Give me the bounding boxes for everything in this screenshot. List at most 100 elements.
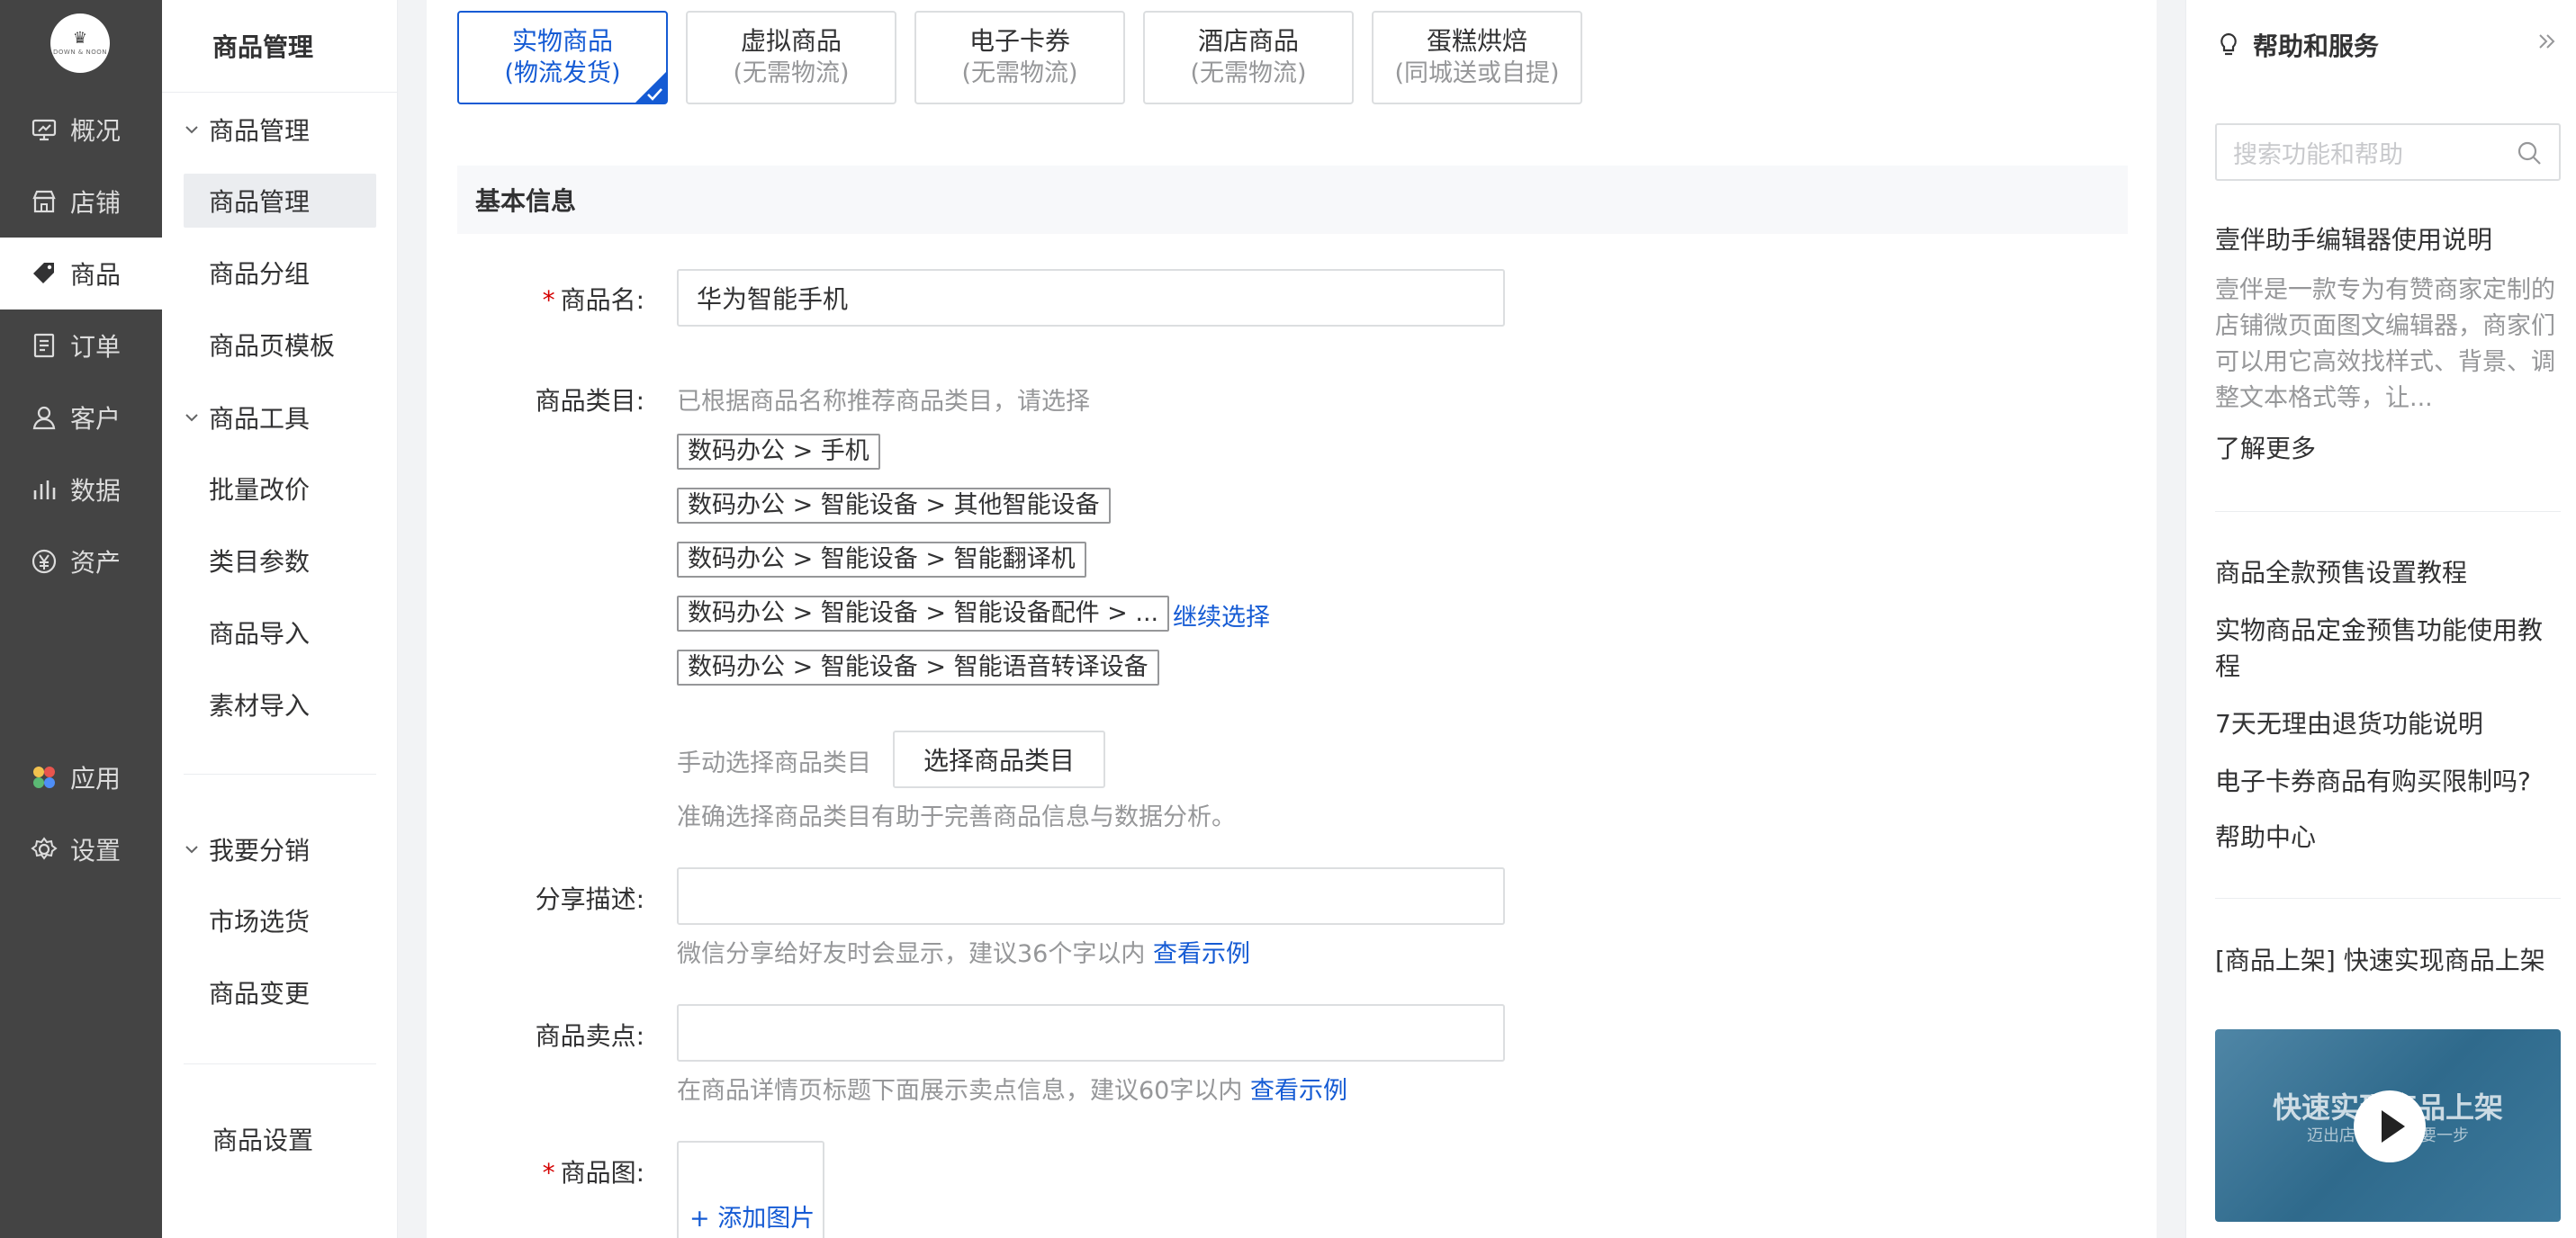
nav-item-store[interactable]: 店铺 [0, 166, 162, 238]
type-title: 电子卡券 [968, 26, 1070, 56]
subnav-group-distribution[interactable]: 我要分销 [184, 831, 310, 867]
collapse-panel-icon[interactable] [2535, 29, 2560, 54]
goods-name-input[interactable]: 华为智能手机 [677, 269, 1505, 327]
apps-icon [31, 764, 58, 791]
type-subtitle: (无需物流) [733, 59, 850, 87]
nav-item-data[interactable]: 数据 [0, 453, 162, 525]
hint-text: 在商品详情页标题下面展示卖点信息，建议60字以内 [677, 1077, 1243, 1105]
nav-label: 订单 [70, 332, 122, 362]
type-card-ecard[interactable]: 电子卡券 (无需物流) [914, 11, 1125, 104]
nav-label: 设置 [70, 836, 122, 866]
nav-label: 资产 [70, 548, 122, 578]
selling-point-label: 商品卖点: [464, 1017, 644, 1053]
category-tag[interactable]: 数码办公 > 智能设备 > 智能设备配件 > ... [677, 596, 1170, 632]
subnav-item-category-params[interactable]: 类目参数 [184, 534, 376, 588]
type-card-virtual[interactable]: 虚拟商品 (无需物流) [686, 11, 896, 104]
help-video[interactable]: 快速实现商品上架 迈出店铺经营重要一步 [2215, 1029, 2561, 1222]
shop-logo[interactable]: ♛ DOWN & NOON [50, 13, 110, 73]
subnav-settings-label: 商品设置 [212, 1126, 314, 1155]
help-search-input[interactable]: 搜索功能和帮助 [2215, 123, 2561, 181]
type-title: 实物商品 [511, 26, 613, 56]
subnav-item-material-import[interactable]: 素材导入 [184, 677, 376, 731]
subnav-title: 商品管理 [162, 0, 398, 93]
section-basic-info: 基本信息 [457, 166, 2128, 234]
nav-label: 商品 [70, 260, 122, 290]
type-card-hotel[interactable]: 酒店商品 (无需物流) [1143, 11, 1354, 104]
store-icon [31, 188, 58, 215]
help-title: 帮助和服务 [2215, 27, 2379, 63]
nav-item-settings[interactable]: 设置 [0, 813, 162, 885]
search-placeholder: 搜索功能和帮助 [2233, 140, 2403, 169]
nav-item-apps[interactable]: 应用 [0, 741, 162, 813]
category-tag[interactable]: 数码办公 > 手机 [677, 434, 880, 470]
type-card-cake[interactable]: 蛋糕烘焙 (同城送或自提) [1372, 11, 1582, 104]
share-desc-input[interactable] [677, 867, 1505, 925]
help-link[interactable]: 电子卡券商品有购买限制吗? [2215, 764, 2561, 800]
nav-item-customers[interactable]: 客户 [0, 381, 162, 453]
user-icon [31, 404, 58, 431]
category-tag[interactable]: 数码办公 > 智能设备 > 其他智能设备 [677, 488, 1111, 524]
subnav-item-goods-group[interactable]: 商品分组 [184, 246, 376, 300]
gear-icon [31, 836, 58, 863]
share-example-link[interactable]: 查看示例 [1153, 940, 1250, 968]
category-label: 商品类目: [464, 381, 644, 417]
nav-item-assets[interactable]: 资产 [0, 525, 162, 597]
selling-point-hint: 在商品详情页标题下面展示卖点信息，建议60字以内 查看示例 [677, 1071, 1347, 1106]
type-title: 酒店商品 [1197, 26, 1299, 56]
subnav-item-page-template[interactable]: 商品页模板 [184, 318, 376, 372]
subnav-group-goods[interactable]: 商品管理 [184, 112, 310, 148]
add-image-button[interactable]: + 添加图片 [677, 1141, 824, 1238]
select-category-button[interactable]: 选择商品类目 [893, 731, 1105, 788]
category-tag[interactable]: 数码办公 > 智能设备 > 智能翻译机 [677, 542, 1086, 578]
help-article-title[interactable]: 壹伴助手编辑器使用说明 [2215, 222, 2561, 258]
nav-item-orders[interactable]: 订单 [0, 310, 162, 381]
nav-label: 概况 [70, 116, 122, 146]
type-card-physical[interactable]: 实物商品 (物流发货) [457, 11, 668, 104]
subnav-item-goods-settings[interactable]: 商品设置 [212, 1121, 313, 1157]
help-link[interactable]: 实物商品定金预售功能使用教程 [2215, 613, 2561, 685]
search-icon[interactable] [2516, 139, 2543, 166]
label-text: 商品图: [560, 1158, 644, 1188]
subnav-group-tools[interactable]: 商品工具 [184, 399, 310, 435]
check-corner-icon [635, 72, 666, 103]
lightbulb-icon [2220, 32, 2237, 56]
share-desc-hint: 微信分享给好友时会显示，建议36个字以内 查看示例 [677, 934, 1250, 969]
subnav-item-label: 商品管理 [209, 187, 311, 217]
help-title-text: 帮助和服务 [2253, 31, 2380, 61]
nav-label: 应用 [70, 764, 122, 794]
subnav-item-goods-change[interactable]: 商品变更 [184, 965, 376, 1019]
selling-example-link[interactable]: 查看示例 [1250, 1077, 1347, 1105]
subnav-item-goods-import[interactable]: 商品导入 [184, 606, 376, 659]
subnav-group-label: 我要分销 [209, 836, 311, 866]
order-icon [31, 332, 58, 359]
input-value: 华为智能手机 [697, 284, 849, 314]
yen-icon [31, 548, 58, 575]
help-center-link[interactable]: 帮助中心 [2215, 820, 2561, 856]
video-caption[interactable]: [商品上架] 快速实现商品上架 [2215, 943, 2561, 979]
category-tag[interactable]: 数码办公 > 智能设备 > 智能语音转译设备 [677, 650, 1159, 686]
subnav-item-market[interactable]: 市场选货 [184, 893, 376, 947]
nav-item-overview[interactable]: 概况 [0, 94, 162, 166]
main-content: 实物商品 (物流发货) 虚拟商品 (无需物流) 电子卡券 (无需物流) 酒店商品… [427, 0, 2157, 1238]
help-link[interactable]: 7天无理由退货功能说明 [2215, 706, 2561, 742]
help-link[interactable]: 商品全款预售设置教程 [2215, 555, 2561, 591]
subnav-item-batch-price[interactable]: 批量改价 [184, 462, 376, 516]
learn-more-link[interactable]: 了解更多 [2215, 431, 2561, 467]
label-text: 商品名: [560, 285, 644, 315]
continue-select-link[interactable]: 继续选择 [1173, 597, 1270, 632]
crown-icon: ♛ [72, 29, 88, 48]
label-text: 商品类目: [535, 386, 644, 416]
category-note: 准确选择商品类目有助于完善商品信息与数据分析。 [677, 803, 1236, 831]
selling-point-input[interactable] [677, 1004, 1505, 1062]
nav-label: 客户 [70, 404, 122, 434]
subnav-divider [184, 774, 376, 775]
type-title: 虚拟商品 [740, 26, 842, 56]
play-icon[interactable] [2354, 1090, 2426, 1162]
label-text: 商品卖点: [535, 1021, 644, 1051]
subnav-item-goods-manage[interactable]: 商品管理 [184, 174, 376, 228]
subnav-divider [184, 1063, 376, 1064]
button-label: 选择商品类目 [923, 746, 1075, 776]
nav-item-goods[interactable]: 商品 [0, 238, 162, 310]
help-divider [2215, 511, 2561, 512]
chevron-down-icon [185, 126, 198, 134]
